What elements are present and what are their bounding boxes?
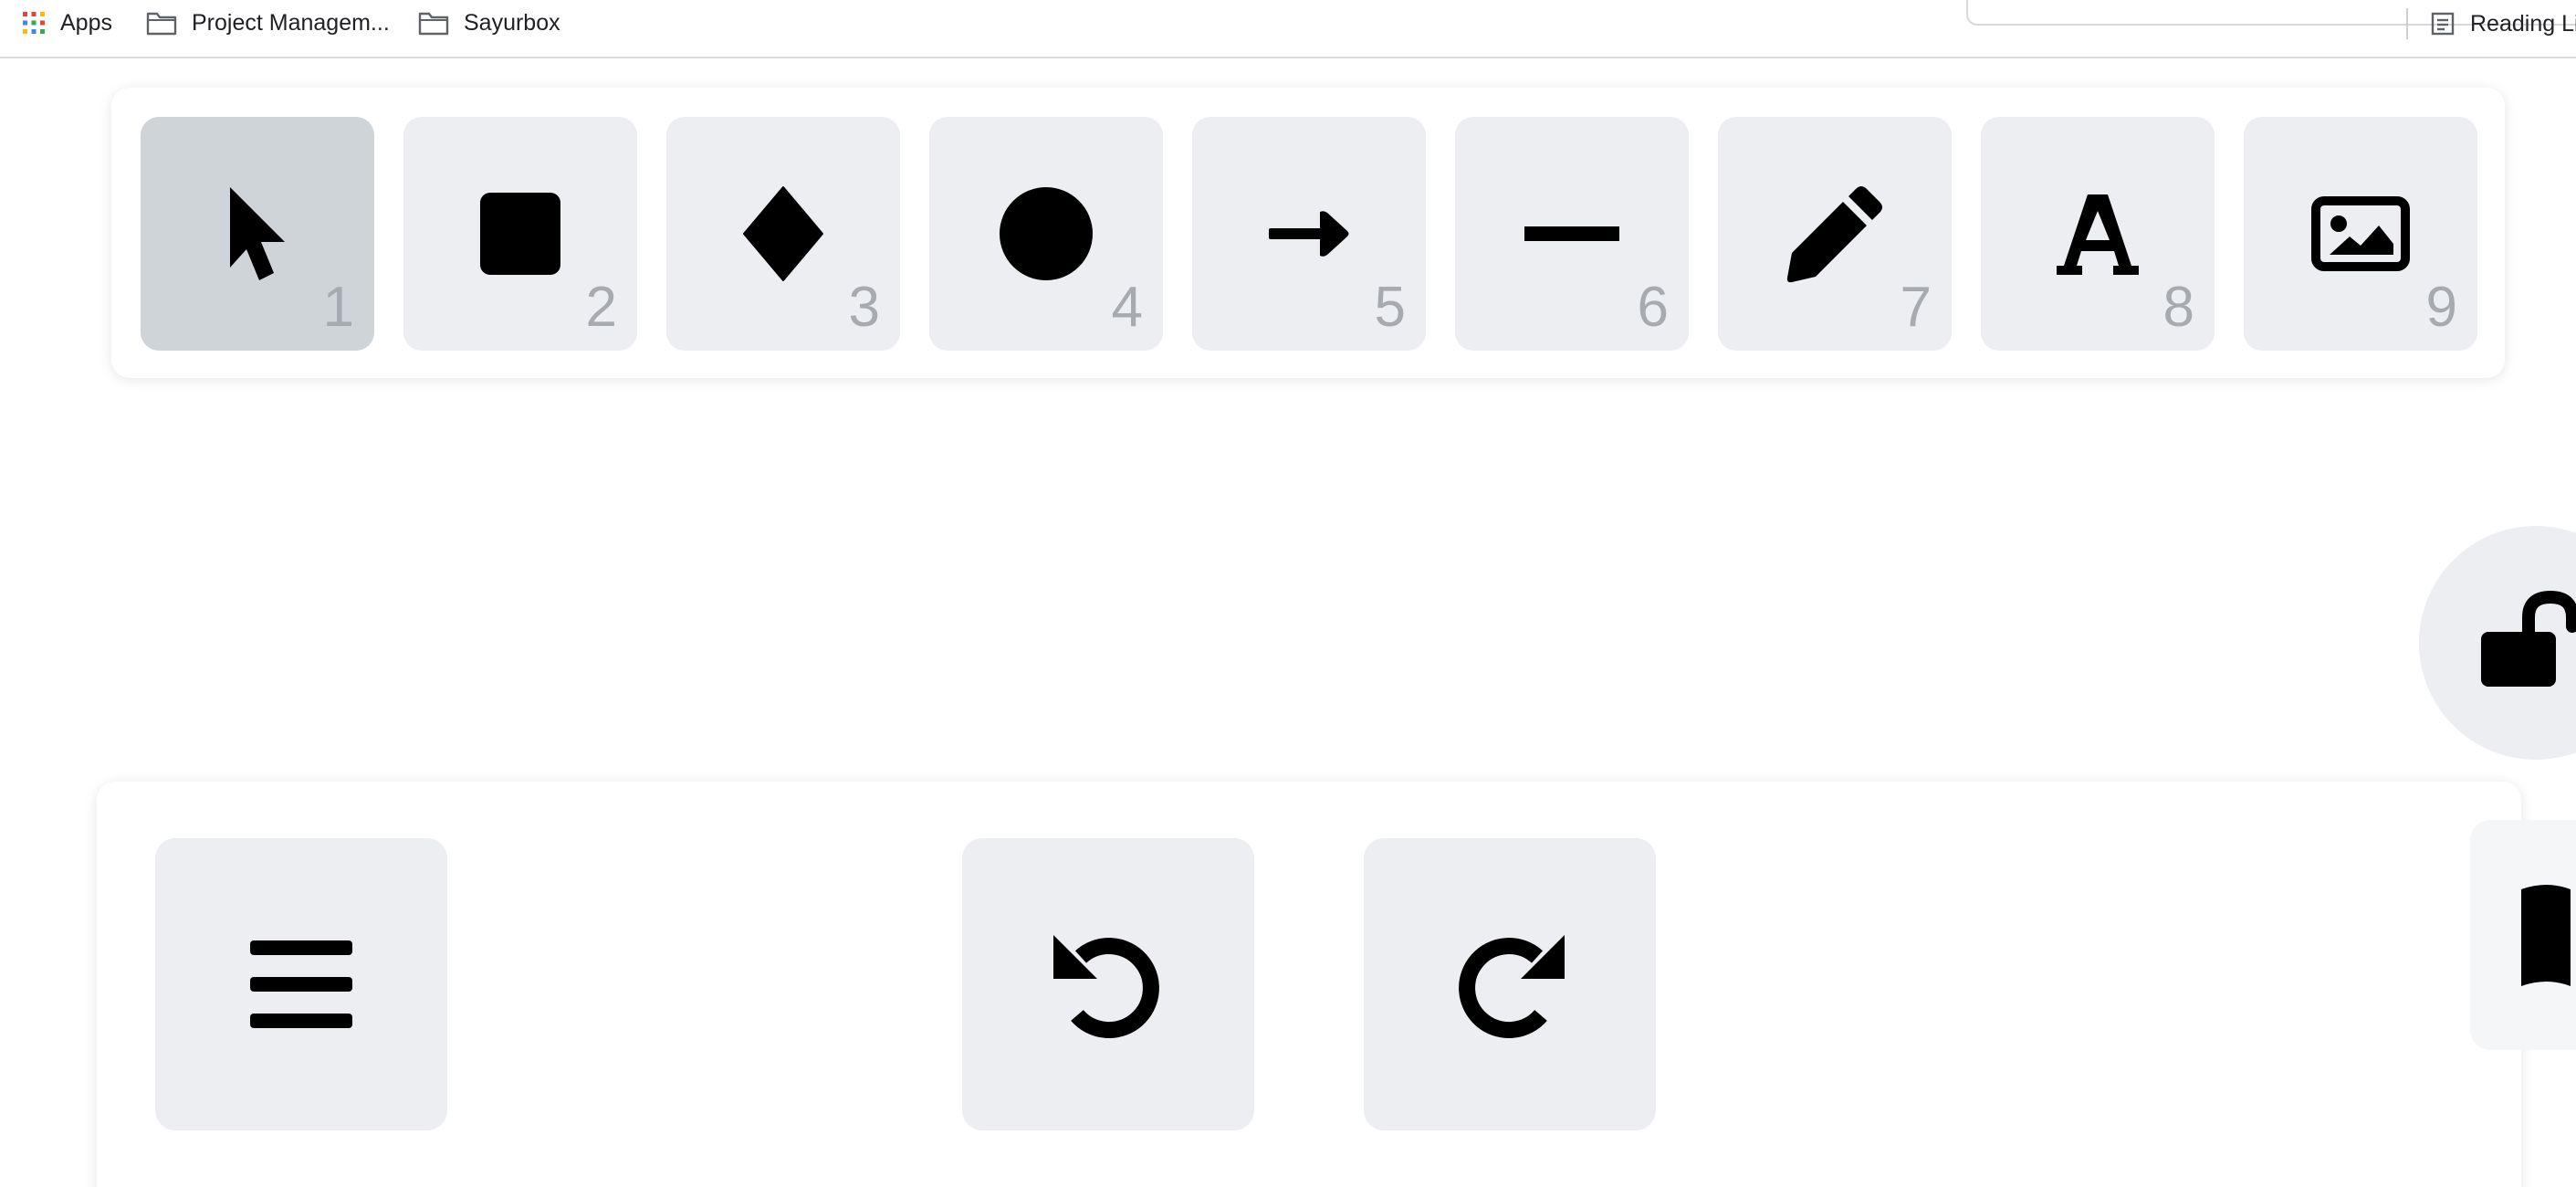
text-icon [2055,191,2141,277]
book-open-icon [2519,878,2576,996]
pencil-icon [1785,184,1885,284]
lock-toggle-button[interactable] [2419,526,2576,760]
tool-diamond[interactable]: 3 [666,117,900,351]
redo-button[interactable] [1364,838,1656,1130]
undo-button[interactable] [962,838,1254,1130]
shortcut-key: 6 [1637,276,1669,339]
bookmark-label: Sayurbox [464,9,560,36]
tool-draw[interactable]: 7 [1718,117,1952,351]
folder-icon [146,10,177,36]
bookmark-sayurbox[interactable]: Sayurbox [418,5,560,40]
bookmark-project-management[interactable]: Project Managem... [146,5,390,40]
line-icon [1524,225,1620,243]
apps-grid-icon [22,11,46,35]
tool-ellipse[interactable]: 4 [929,117,1163,351]
bookmarks-bar: Apps Project Managem... Sayurbox Reading… [0,0,2576,58]
reading-list-icon [2430,11,2456,37]
lock-open-icon [2479,590,2576,695]
tool-insert-image[interactable]: 9 [2244,117,2477,351]
shortcut-key: 2 [585,276,617,339]
bottom-actions-panel [97,782,2521,1187]
image-icon [2311,196,2410,271]
bookmark-label: Project Managem... [192,9,390,36]
folder-icon [418,10,449,36]
cursor-icon [225,184,290,284]
hamburger-menu-icon [248,939,354,1030]
shortcut-key: 8 [2162,276,2194,339]
bookmark-apps-label: Apps [60,9,112,36]
bookmark-apps[interactable]: Apps [22,5,112,40]
arrow-right-icon [1267,208,1351,259]
shortcut-key: 7 [1900,276,1932,339]
tool-rectangle[interactable]: 2 [403,117,637,351]
shortcut-key: 1 [322,276,354,339]
main-menu-button[interactable] [155,838,447,1130]
app-canvas[interactable]: Apps Project Managem... Sayurbox Reading… [0,0,2576,1187]
tool-arrow[interactable]: 5 [1192,117,1426,351]
redo-icon [1451,926,1568,1043]
shortcut-key: 9 [2425,276,2457,339]
library-button[interactable] [2470,820,2576,1050]
tool-line[interactable]: 6 [1455,117,1689,351]
shortcut-key: 5 [1374,276,1406,339]
square-icon [479,192,561,276]
shortcut-key: 3 [848,276,880,339]
shape-toolbar: 1 2 3 4 5 6 7 8 9 [111,88,2505,378]
shortcut-key: 4 [1111,276,1143,339]
undo-icon [1050,926,1167,1043]
circle-icon [999,186,1094,281]
diamond-icon [742,185,824,282]
tool-text[interactable]: 8 [1981,117,2215,351]
reading-list-button[interactable]: Reading Li [2406,7,2576,40]
reading-list-label: Reading Li [2470,10,2576,37]
tool-selection[interactable]: 1 [141,117,374,351]
